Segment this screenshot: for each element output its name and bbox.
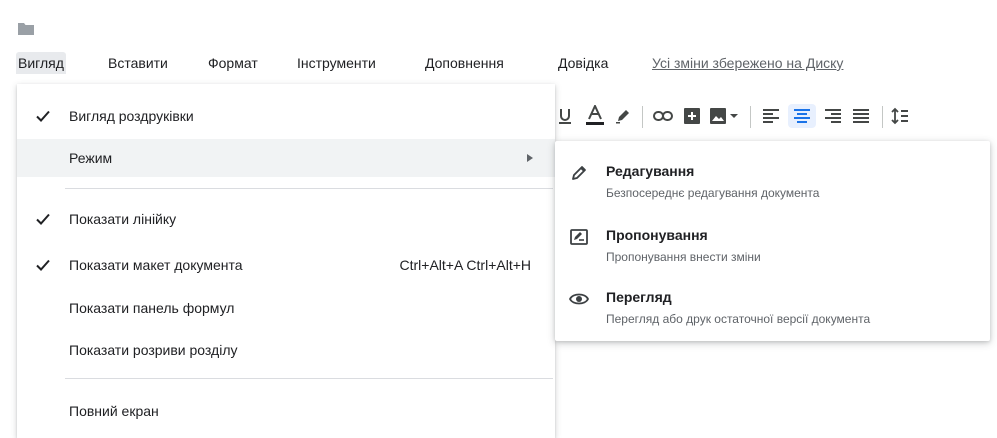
keyboard-shortcut: Ctrl+Alt+A Ctrl+Alt+H	[399, 257, 532, 273]
folder-icon[interactable]	[18, 22, 34, 35]
menu-item-label: Режим	[69, 150, 113, 166]
menu-item-label: Вигляд роздруківки	[69, 108, 194, 124]
submenu-item-title: Пропонування	[606, 227, 708, 243]
submenu-item-suggesting[interactable]: Пропонування Пропонування внести зміни	[555, 211, 990, 273]
menu-item-full-screen[interactable]: Повний екран	[17, 392, 555, 430]
menu-item-label: Показати розриви розділу	[69, 342, 238, 358]
pencil-icon	[572, 166, 586, 180]
checkmark-icon	[36, 213, 50, 225]
menu-addons[interactable]: Доповнення	[423, 52, 506, 74]
add-comment-icon[interactable]	[682, 104, 702, 128]
text-color-icon[interactable]	[584, 104, 606, 128]
align-left-icon[interactable]	[760, 104, 782, 128]
submenu-arrow-icon	[527, 154, 533, 162]
menu-bar: Вигляд Вставити Формат Інструменти Допов…	[0, 52, 997, 78]
toolbar-divider	[882, 106, 883, 128]
menu-tools[interactable]: Інструменти	[295, 52, 378, 74]
line-spacing-icon[interactable]	[890, 104, 910, 128]
menu-item-show-section-breaks[interactable]: Показати розриви розділу	[17, 331, 555, 369]
menu-item-show-equation-toolbar[interactable]: Показати панель формул	[17, 289, 555, 327]
submenu-item-description: Перегляд або друк остаточної версії доку…	[606, 312, 871, 326]
mode-submenu: Редагування Безпосереднє редагування док…	[555, 141, 990, 341]
menu-item-label: Показати макет документа	[69, 257, 243, 273]
toolbar-divider	[642, 106, 643, 128]
menu-view[interactable]: Вигляд	[16, 52, 66, 74]
view-menu-dropdown: Вигляд роздруківки Режим Показати лінійк…	[17, 84, 555, 438]
align-right-icon[interactable]	[822, 104, 844, 128]
align-center-icon[interactable]	[788, 104, 816, 128]
menu-divider	[65, 188, 553, 189]
menu-item-label: Показати лінійку	[69, 211, 177, 227]
menu-item-label: Повний екран	[69, 403, 159, 419]
submenu-item-title: Редагування	[606, 163, 695, 179]
menu-item-print-layout[interactable]: Вигляд роздруківки	[17, 97, 555, 135]
underline-icon[interactable]	[556, 104, 574, 128]
menu-insert[interactable]: Вставити	[106, 52, 170, 74]
align-justify-icon[interactable]	[850, 104, 872, 128]
link-icon[interactable]	[652, 104, 674, 128]
submenu-item-viewing[interactable]: Перегляд Перегляд або друк остаточної ве…	[555, 273, 990, 335]
menu-help[interactable]: Довідка	[556, 52, 610, 74]
eye-icon	[569, 293, 589, 305]
checkmark-icon	[36, 110, 50, 122]
menu-item-label: Показати панель формул	[69, 300, 235, 316]
menu-format[interactable]: Формат	[206, 52, 260, 74]
suggest-edit-icon	[570, 229, 588, 245]
highlight-pen-icon[interactable]	[614, 104, 632, 128]
checkmark-icon	[36, 259, 50, 271]
submenu-item-description: Пропонування внести зміни	[606, 250, 761, 264]
save-status-link[interactable]: Усі зміни збережено на Диску	[652, 52, 843, 74]
menu-item-show-outline[interactable]: Показати макет документа Ctrl+Alt+A Ctrl…	[17, 246, 555, 284]
submenu-item-description: Безпосереднє редагування документа	[606, 186, 820, 200]
menu-divider	[65, 378, 553, 379]
insert-image-icon[interactable]	[708, 104, 742, 128]
submenu-item-editing[interactable]: Редагування Безпосереднє редагування док…	[555, 147, 990, 209]
toolbar-divider	[750, 106, 751, 128]
submenu-item-title: Перегляд	[606, 289, 672, 305]
menu-item-show-ruler[interactable]: Показати лінійку	[17, 200, 555, 238]
menu-item-mode[interactable]: Режим	[17, 139, 555, 177]
formatting-toolbar	[556, 98, 997, 138]
